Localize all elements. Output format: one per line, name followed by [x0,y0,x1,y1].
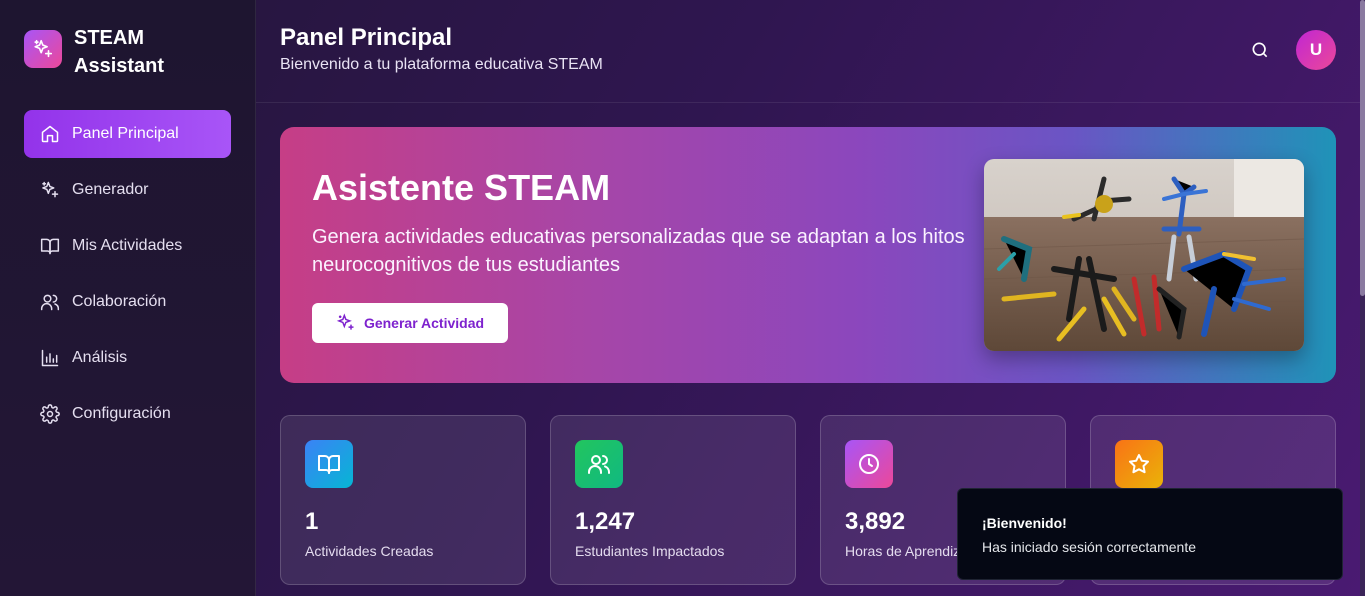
generate-activity-label: Generar Actividad [363,315,485,331]
stat-card-activities: 1 Actividades Creadas [280,415,526,585]
welcome-toast[interactable]: ¡Bienvenido! Has iniciado sesión correct… [957,488,1343,580]
sparkles-icon [336,313,354,330]
page-scrollbar[interactable] [1360,0,1365,596]
sidebar-item-label: Configuración [72,405,171,422]
toast-message: Has iniciado sesión correctamente [982,539,1196,555]
brand-line-1: STEAM [74,27,144,49]
sidebar: STEAM Assistant Panel Principal Generado… [0,0,256,596]
sidebar-item-label: Generador [72,181,149,198]
brand-line-2: Assistant [74,55,165,77]
sidebar-item-colaboracion[interactable]: Colaboración [24,278,231,326]
hero-banner: Asistente STEAM Genera actividades educa… [280,127,1336,383]
search-icon [1252,42,1268,58]
stat-value: 1,247 [575,508,636,535]
sidebar-item-generador[interactable]: Generador [24,166,231,214]
page-title: Panel Principal [280,24,453,51]
sidebar-item-label: Análisis [72,349,128,366]
stat-value: 3,892 [845,508,906,535]
top-header: Panel Principal Bienvenido a tu platafor… [256,0,1360,103]
clock-icon [845,440,893,488]
stat-card-students: 1,247 Estudiantes Impactados [550,415,796,585]
sidebar-item-panel-principal[interactable]: Panel Principal [24,110,231,158]
toast-title: ¡Bienvenido! [982,515,1067,531]
search-button[interactable] [1246,36,1274,64]
sidebar-item-mis-actividades[interactable]: Mis Actividades [24,222,231,270]
sidebar-item-configuracion[interactable]: Configuración [24,390,231,438]
bar-chart-icon [40,348,60,368]
stat-label: Estudiantes Impactados [575,543,725,559]
stat-value: 1 [305,508,319,535]
star-icon [1115,440,1163,488]
book-open-icon [40,236,60,256]
stat-label: Actividades Creadas [305,543,434,559]
sidebar-nav: Panel Principal Generador Mis Actividade… [24,110,231,446]
page-subtitle: Bienvenido a tu plataforma educativa STE… [280,56,603,73]
sidebar-item-label: Colaboración [72,293,167,310]
sparkles-icon [24,30,62,68]
gear-icon [40,404,60,424]
sparkles-icon [40,180,60,200]
generate-activity-button[interactable]: Generar Actividad [312,303,508,343]
brand-name: STEAM Assistant [74,24,194,80]
sidebar-item-analisis[interactable]: Análisis [24,334,231,382]
sidebar-item-label: Mis Actividades [72,237,183,254]
robots-photo [984,159,1304,351]
book-open-icon [305,440,353,488]
hero-title: Asistente STEAM [312,167,611,208]
brand[interactable]: STEAM Assistant [24,24,194,80]
scrollbar-thumb[interactable] [1360,0,1365,296]
home-icon [40,124,60,144]
users-icon [575,440,623,488]
sidebar-item-label: Panel Principal [72,125,179,142]
avatar[interactable]: U [1296,30,1336,70]
users-icon [40,292,60,312]
hero-description: Genera actividades educativas personaliz… [312,226,965,276]
